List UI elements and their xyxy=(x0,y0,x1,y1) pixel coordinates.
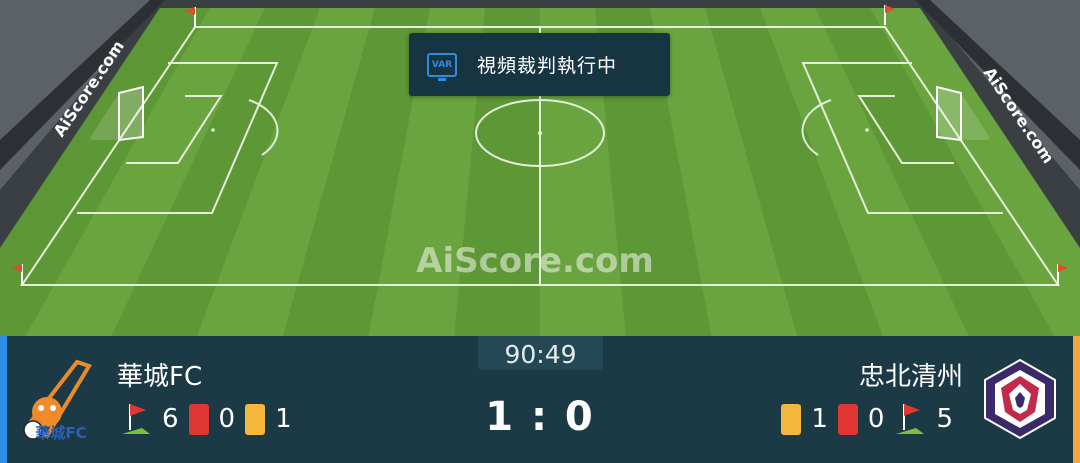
home-yellow-cards-count: 1 xyxy=(275,404,292,434)
match-score: 1 : 0 xyxy=(485,394,595,440)
var-icon: VAR xyxy=(427,52,457,81)
yellow-card-icon xyxy=(781,403,802,435)
var-status-text: 視頻裁判執行中 xyxy=(477,55,618,77)
corner-kick-icon xyxy=(896,404,925,434)
away-accent-bar xyxy=(1073,336,1080,463)
away-corners-count: 5 xyxy=(936,404,953,434)
scoreboard: 90:49 1 : 0 華城FC 華城FC 6 0 1 忠北清州 1 0 5 xyxy=(0,336,1080,463)
home-team-logo[interactable]: 華城FC xyxy=(19,354,101,442)
home-logo-text: 華城FC xyxy=(35,424,86,442)
pitch-watermark: AiScore.com xyxy=(416,241,654,281)
home-team-name[interactable]: 華城FC xyxy=(117,356,202,393)
red-card-icon xyxy=(188,403,209,435)
away-team-name[interactable]: 忠北清州 xyxy=(859,356,963,393)
away-yellow-cards-count: 1 xyxy=(811,404,828,434)
home-corners-count: 6 xyxy=(162,404,179,434)
var-banner: VAR 視頻裁判執行中 xyxy=(409,33,670,96)
home-red-cards-count: 0 xyxy=(218,404,236,434)
corner-kick-icon xyxy=(122,404,150,434)
away-team-logo[interactable] xyxy=(979,354,1061,442)
home-accent-bar xyxy=(0,336,7,463)
match-clock: 90:49 xyxy=(478,336,603,370)
away-team-stats: 1 0 5 xyxy=(781,402,963,436)
home-team-stats: 6 0 1 xyxy=(120,402,302,436)
red-card-icon xyxy=(837,403,858,435)
yellow-card-icon xyxy=(245,403,266,435)
away-red-cards-count: 0 xyxy=(867,404,885,434)
